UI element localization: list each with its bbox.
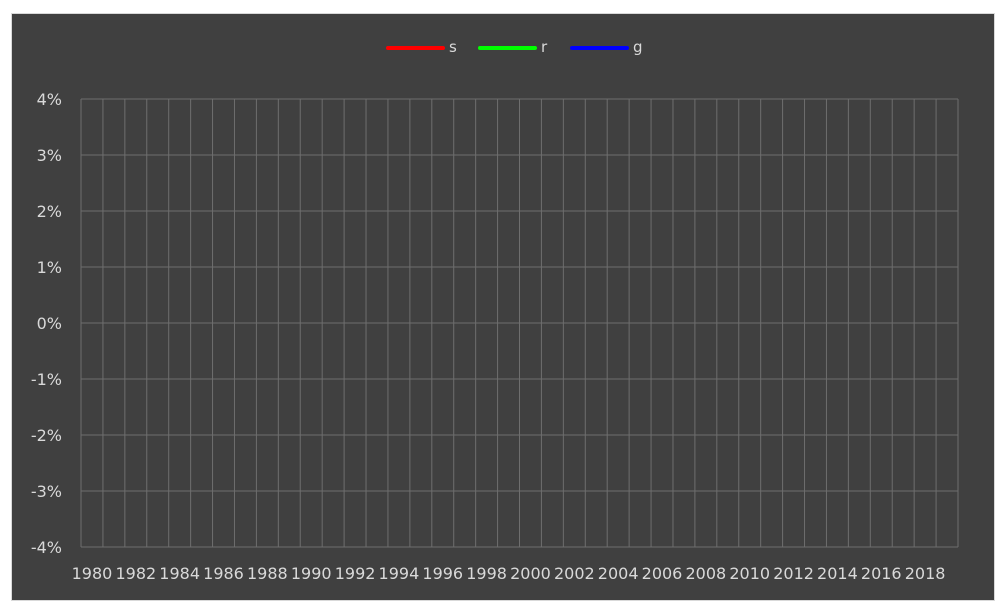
x-tick-label: 1984 — [159, 564, 200, 583]
x-tick-label: 1988 — [247, 564, 288, 583]
y-tick-label: 2% — [37, 202, 62, 221]
gridlines — [80, 98, 959, 548]
x-tick-label: 2002 — [554, 564, 595, 583]
x-tick-label: 1990 — [291, 564, 332, 583]
x-tick-label: 1982 — [115, 564, 156, 583]
legend-label-s: s — [449, 38, 457, 56]
legend-label-g: g — [633, 38, 643, 56]
x-tick-label: 1998 — [466, 564, 507, 583]
y-tick-label: -1% — [31, 370, 62, 389]
y-tick-label: 4% — [37, 90, 62, 109]
legend: srg — [386, 38, 643, 56]
x-tick-label: 1996 — [422, 564, 463, 583]
x-tick-label: 1986 — [203, 564, 244, 583]
x-tick-label: 2018 — [905, 564, 946, 583]
x-tick-label: 2014 — [817, 564, 858, 583]
x-tick-label: 2008 — [686, 564, 727, 583]
x-tick-label: 1994 — [379, 564, 420, 583]
x-axis: 1980 1982 1984 1986 1988 1990 1992 1994 1996 1998… — [72, 564, 946, 583]
y-tick-label: -4% — [31, 538, 62, 557]
x-tick-label: 2010 — [729, 564, 770, 583]
x-tick-label: 2012 — [773, 564, 814, 583]
y-axis: 4% 3% 2% 1% 0% -1% -2% -3% -4% — [31, 90, 62, 557]
x-tick-label: 1980 — [72, 564, 113, 583]
x-tick-label: 2006 — [642, 564, 683, 583]
legend-label-r: r — [541, 38, 548, 56]
y-tick-label: -2% — [31, 426, 62, 445]
line-chart: 4%3%2%1%0%-1%-2%-3%-4% 1980 1982 1984 1986 1… — [31, 38, 959, 583]
x-tick-label: 2016 — [861, 564, 902, 583]
y-tick-label: 1% — [37, 258, 62, 277]
x-tick-label: 2004 — [598, 564, 639, 583]
y-tick-label: 0% — [37, 314, 62, 333]
y-tick-label: 3% — [37, 146, 62, 165]
x-tick-label: 2000 — [510, 564, 551, 583]
y-tick-label: -3% — [31, 482, 62, 501]
x-tick-label: 1992 — [335, 564, 376, 583]
